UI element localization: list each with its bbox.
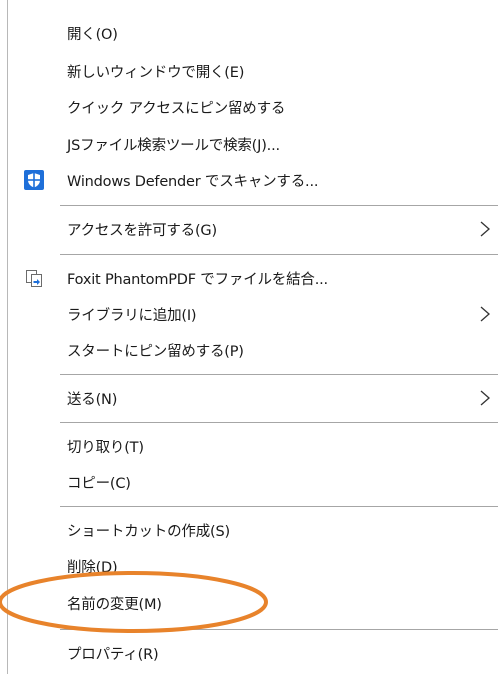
menu-item-copy[interactable]: コピー(C) [8, 466, 504, 498]
menu-item-create-shortcut[interactable]: ショートカットの作成(S) [8, 514, 504, 546]
menu-item-pin-quick-access[interactable]: クイック アクセスにピン留めする [8, 91, 504, 123]
menu-item-rename[interactable]: 名前の変更(M) [8, 587, 504, 619]
menu-item-label: 切り取り(T) [67, 440, 144, 456]
menu-item-label: Foxit PhantomPDF でファイルを結合... [67, 272, 328, 288]
menu-item-label: ライブラリに追加(I) [67, 308, 197, 324]
foxit-combine-icon [24, 268, 44, 288]
menu-item-label: アクセスを許可する(G) [67, 223, 217, 239]
menu-separator [60, 629, 498, 630]
menu-separator [60, 254, 498, 255]
chevron-right-icon [478, 219, 492, 239]
menu-item-js-file-search[interactable]: JSファイル検索ツールで検索(J)... [8, 128, 504, 160]
context-menu: 開く(O) 新しいウィンドウで開く(E) クイック アクセスにピン留めする JS… [0, 0, 504, 674]
menu-separator [60, 422, 498, 423]
menu-item-open[interactable]: 開く(O) [8, 17, 504, 49]
menu-item-defender-scan[interactable]: Windows Defender でスキャンする... [8, 164, 504, 196]
menu-item-properties[interactable]: プロパティ(R) [8, 637, 504, 669]
menu-item-delete[interactable]: 削除(D) [8, 550, 504, 582]
chevron-right-icon [478, 388, 492, 408]
menu-item-foxit-combine[interactable]: Foxit PhantomPDF でファイルを結合... [8, 262, 504, 294]
menu-item-label: 開く(O) [67, 27, 118, 43]
menu-item-label: 名前の変更(M) [67, 597, 162, 613]
menu-item-label: JSファイル検索ツールで検索(J)... [67, 138, 280, 154]
chevron-right-icon [478, 304, 492, 324]
menu-separator [60, 205, 498, 206]
menu-item-label: プロパティ(R) [67, 647, 159, 663]
menu-item-label: コピー(C) [67, 476, 131, 492]
menu-item-grant-access[interactable]: アクセスを許可する(G) [8, 213, 504, 245]
menu-item-cut[interactable]: 切り取り(T) [8, 430, 504, 462]
menu-separator [60, 506, 498, 507]
menu-item-open-new-window[interactable]: 新しいウィンドウで開く(E) [8, 55, 504, 87]
menu-item-label: スタートにピン留めする(P) [67, 344, 244, 360]
menu-item-label: 送る(N) [67, 392, 118, 408]
menu-item-send-to[interactable]: 送る(N) [8, 382, 504, 414]
windows-defender-shield-icon [24, 170, 44, 190]
menu-item-pin-start[interactable]: スタートにピン留めする(P) [8, 334, 504, 366]
menu-item-label: 削除(D) [67, 560, 118, 576]
menu-item-add-to-library[interactable]: ライブラリに追加(I) [8, 298, 504, 330]
menu-item-label: 新しいウィンドウで開く(E) [67, 65, 245, 81]
menu-item-label: ショートカットの作成(S) [67, 524, 230, 540]
menu-item-label: Windows Defender でスキャンする... [67, 174, 319, 190]
menu-item-label: クイック アクセスにピン留めする [67, 101, 286, 117]
menu-separator [60, 374, 498, 375]
